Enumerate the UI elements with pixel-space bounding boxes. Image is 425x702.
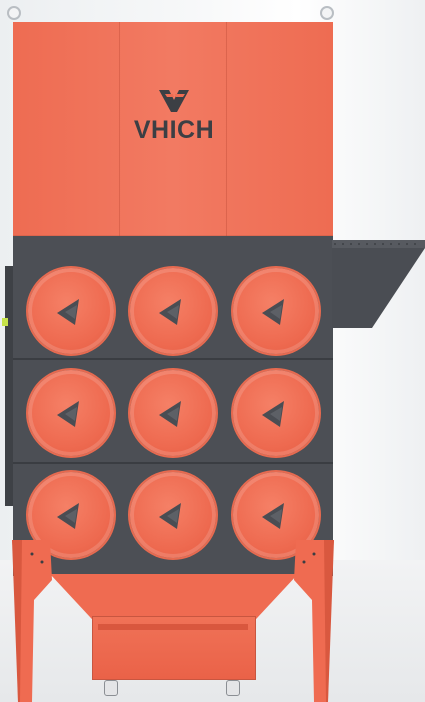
cabinet-divider (13, 462, 333, 464)
caster-wheel-icon (226, 680, 240, 696)
cover-knob-icon (262, 299, 284, 325)
product-scene: VHICH (0, 0, 425, 702)
brand-name: VHICH (133, 116, 215, 144)
filter-cartridge-cover (130, 370, 216, 456)
cover-knob-icon (159, 401, 181, 427)
caster-wheel-icon (104, 680, 118, 696)
cover-knob-icon (57, 299, 79, 325)
indicator-lamp-icon (2, 318, 8, 326)
panel-seam (226, 22, 227, 238)
vhich-logo-mark-icon (159, 90, 189, 112)
filter-cartridge-cover (233, 370, 319, 456)
drawer-handle (98, 624, 248, 630)
lifting-hook-left-icon (7, 6, 21, 20)
brand-logo: VHICH (124, 88, 224, 158)
filter-cartridge-cover (130, 472, 216, 558)
cover-knob-icon (57, 503, 79, 529)
filter-cartridge-cover (28, 268, 114, 354)
filter-cartridge-cover (130, 268, 216, 354)
cover-knob-icon (262, 401, 284, 427)
side-rail (5, 266, 13, 506)
filter-cartridge-cover (233, 268, 319, 354)
support-leg-left (12, 540, 52, 702)
cabinet-divider (13, 358, 333, 360)
support-leg-right (294, 540, 334, 702)
cover-knob-icon (262, 503, 284, 529)
cover-knob-icon (159, 299, 181, 325)
panel-seam (119, 22, 120, 238)
filter-cartridge-cover (28, 370, 114, 456)
cover-knob-icon (57, 401, 79, 427)
cover-knob-icon (159, 503, 181, 529)
lifting-hook-right-icon (320, 6, 334, 20)
air-inlet-duct (332, 240, 425, 328)
